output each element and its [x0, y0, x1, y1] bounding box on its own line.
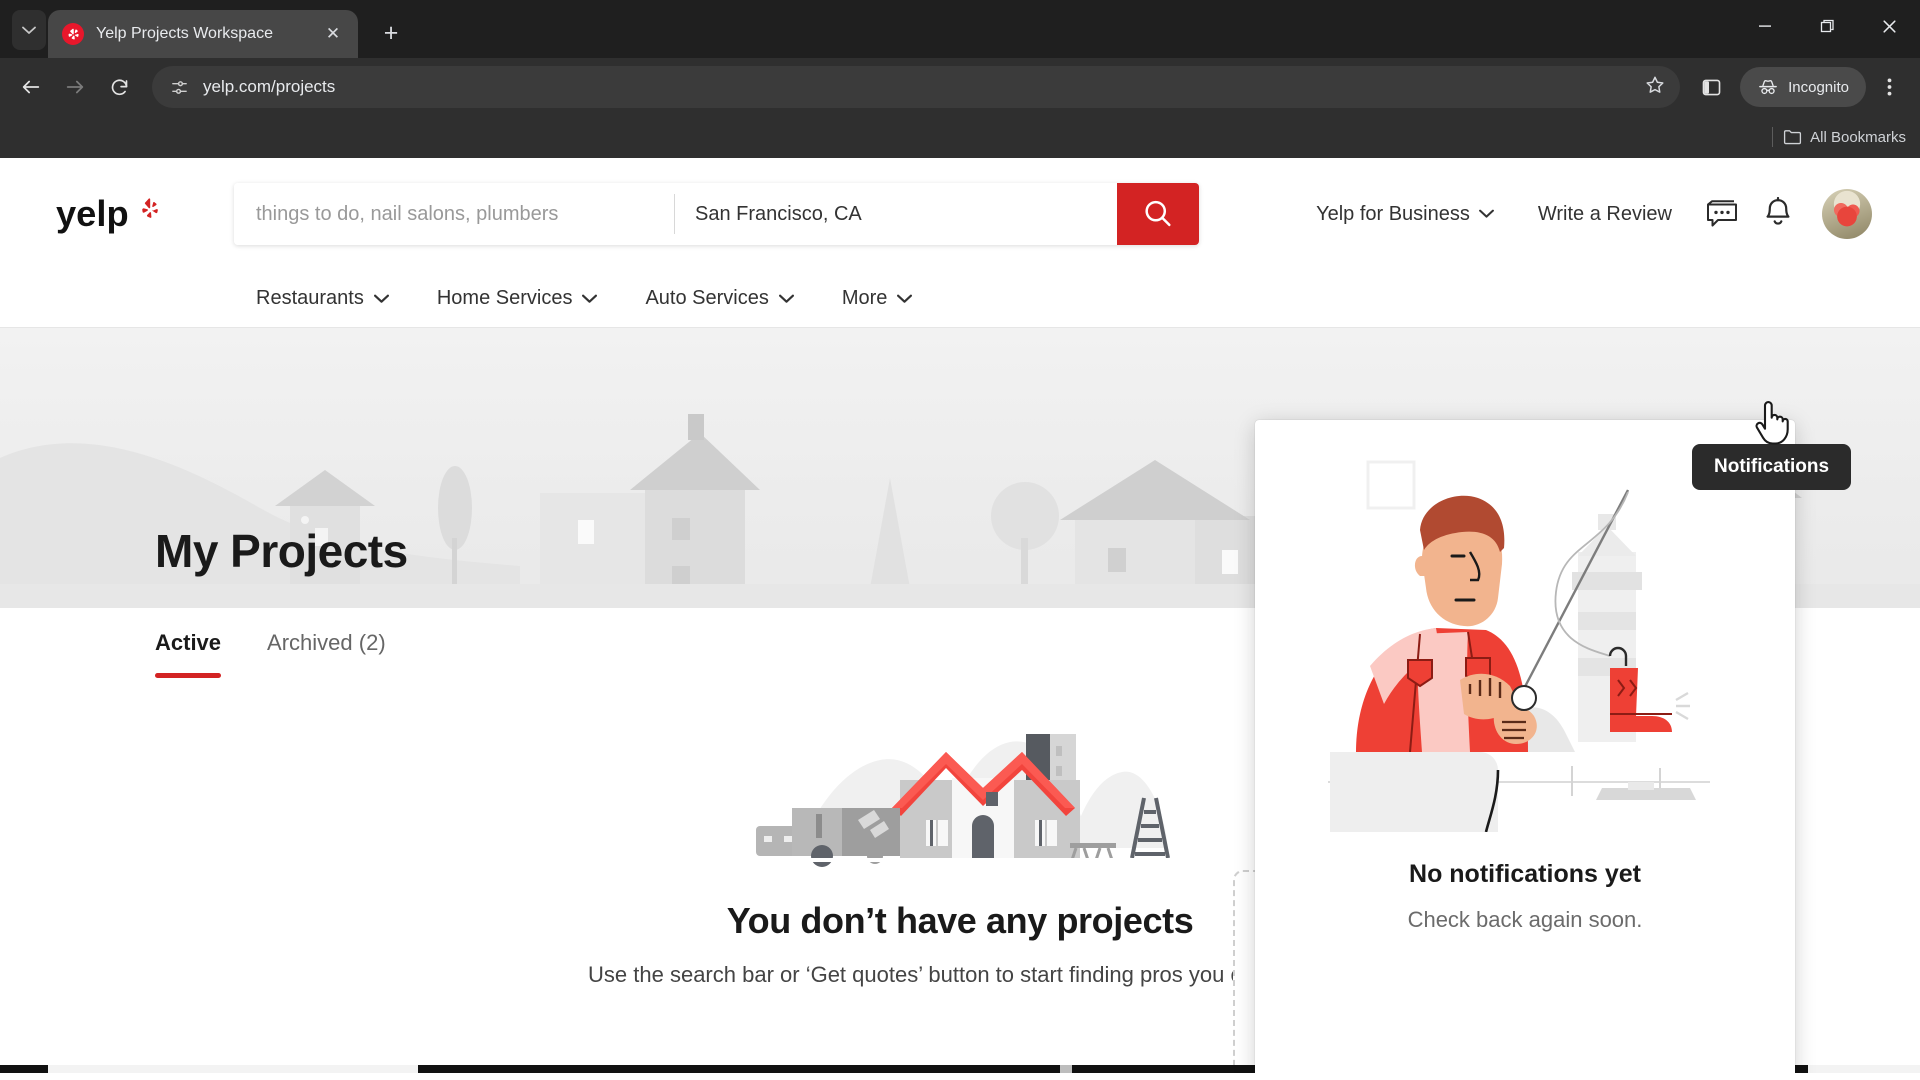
yelp-for-business-link[interactable]: Yelp for Business [1294, 203, 1516, 226]
tab-title: Yelp Projects Workspace [96, 25, 273, 42]
all-bookmarks-label: All Bookmarks [1810, 128, 1906, 146]
search-submit-button[interactable] [1117, 183, 1199, 245]
close-icon [1882, 19, 1896, 33]
site-settings-icon[interactable] [170, 78, 189, 97]
yelp-logo[interactable]: yelp [56, 191, 174, 237]
subnav-label-restaurants: Restaurants [256, 287, 364, 309]
notifications-tooltip: Notifications [1692, 444, 1852, 490]
yelp-wordmark-icon: yelp [56, 193, 158, 234]
header-right-group: Yelp for Business Write a Review [1294, 186, 1872, 242]
address-bar[interactable]: yelp.com/projects [152, 66, 1681, 108]
kebab-menu-icon [1887, 78, 1891, 96]
window-close-button[interactable] [1858, 0, 1920, 52]
subnav-label-home-services: Home Services [436, 287, 573, 309]
notifications-dropdown: No notifications yet Check back again so… [1255, 420, 1795, 1073]
subnav-label-more: More [841, 287, 888, 309]
messages-button[interactable] [1694, 186, 1750, 242]
new-tab-button[interactable]: + [372, 14, 410, 52]
subnav-item-more[interactable]: More [818, 287, 937, 310]
notifications-button[interactable] [1750, 186, 1806, 242]
yelp-for-business-label: Yelp for Business [1316, 202, 1470, 225]
taskbar-segment-left [48, 1065, 418, 1073]
window-controls [1734, 0, 1920, 52]
star-icon [1646, 76, 1664, 93]
incognito-label: Incognito [1788, 78, 1849, 96]
yelp-search-bar: things to do, nail salons, plumbers San … [234, 183, 1199, 245]
window-minimize-button[interactable] [1734, 0, 1796, 52]
chevron-down-icon [22, 26, 36, 34]
notifications-empty-title: No notifications yet [1409, 860, 1641, 888]
subnav-item-home-services[interactable]: Home Services [413, 287, 622, 310]
incognito-hat-icon [1759, 80, 1777, 95]
search-location-input[interactable]: San Francisco, CA [675, 183, 1117, 245]
yelp-favicon-icon [62, 23, 84, 45]
chevron-down-icon [1478, 209, 1494, 218]
tab-strip: Yelp Projects Workspace ✕ + [0, 0, 1920, 58]
reload-button[interactable] [98, 66, 140, 108]
taskbar-segment-far-right [1808, 1065, 1920, 1073]
yelp-category-nav: Restaurants Home Services Auto Services … [0, 270, 1920, 328]
restore-icon [1820, 19, 1834, 33]
window-maximize-button[interactable] [1796, 0, 1858, 52]
incognito-indicator[interactable]: Incognito [1740, 67, 1866, 107]
chevron-down-icon [373, 294, 389, 303]
yelp-site-header: yelp things to do, nail salons, plumbers… [0, 158, 1920, 270]
fisherman-catching-boot-illustration [1328, 460, 1710, 832]
tab-active[interactable]: Active [155, 608, 222, 678]
arrow-right-icon [66, 80, 84, 94]
forward-button[interactable] [54, 66, 96, 108]
browser-chrome: Yelp Projects Workspace ✕ + yelp.com/pro… [0, 0, 1920, 158]
write-a-review-label: Write a Review [1537, 202, 1672, 225]
page-title: My Projects [155, 525, 408, 577]
subnav-label-auto-services: Auto Services [645, 287, 769, 309]
chevron-down-icon [897, 294, 913, 303]
house-truck-ladder-illustration [740, 734, 1180, 867]
browser-tab-yelp-projects[interactable]: Yelp Projects Workspace ✕ [48, 10, 358, 58]
folder-icon [1784, 130, 1802, 145]
minimize-icon [1759, 25, 1771, 27]
reload-icon [111, 78, 127, 95]
back-button[interactable] [10, 66, 52, 108]
all-bookmarks-button[interactable]: All Bookmarks [1783, 129, 1906, 146]
address-bar-text[interactable]: yelp.com/projects [203, 77, 1644, 97]
bookmarks-bar: All Bookmarks [0, 116, 1920, 158]
tab-archived[interactable]: Archived (2) [267, 608, 386, 656]
bookmark-star-icon[interactable] [1644, 74, 1666, 101]
bookmarks-divider [1772, 127, 1774, 147]
messages-icon [1707, 200, 1737, 227]
subnav-item-restaurants[interactable]: Restaurants [232, 287, 413, 310]
tab-close-icon[interactable]: ✕ [320, 21, 346, 47]
search-find-input[interactable]: things to do, nail salons, plumbers [234, 183, 674, 245]
user-avatar[interactable] [1822, 189, 1872, 239]
taskbar-segment-mid [1060, 1065, 1072, 1073]
chevron-down-icon [778, 294, 794, 303]
chrome-menu-button[interactable] [1868, 66, 1910, 108]
sliders-icon [172, 80, 187, 94]
browser-toolbar: yelp.com/projects Incognito [0, 58, 1920, 116]
search-icon [1145, 200, 1171, 227]
svg-text:yelp: yelp [56, 193, 129, 234]
notifications-bell-icon [1766, 197, 1790, 225]
notifications-empty-subtitle: Check back again soon. [1407, 907, 1643, 932]
write-a-review-link[interactable]: Write a Review [1516, 203, 1694, 226]
tab-search-button[interactable] [12, 10, 46, 50]
side-panel-button[interactable] [1690, 66, 1732, 108]
subnav-item-auto-services[interactable]: Auto Services [621, 287, 817, 310]
arrow-left-icon [22, 80, 40, 94]
yelp-page: yelp things to do, nail salons, plumbers… [0, 158, 1920, 1073]
side-panel-icon [1702, 79, 1720, 95]
yelp-burst-glyph [68, 28, 79, 40]
chevron-down-icon [582, 294, 598, 303]
